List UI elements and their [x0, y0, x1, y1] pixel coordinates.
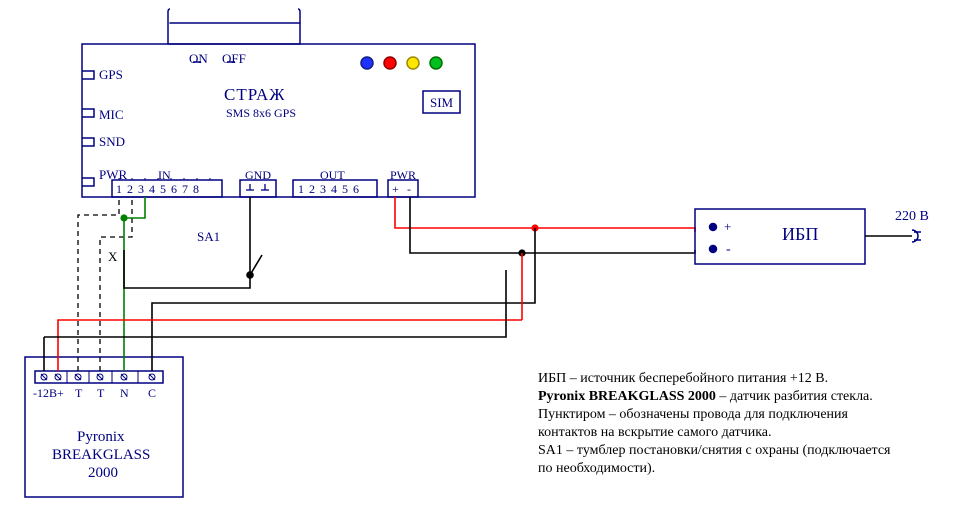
- label-snd: SND: [99, 135, 125, 149]
- label-on: ON: [189, 52, 208, 66]
- label-off: OFF: [222, 52, 246, 66]
- sensor-term-c: C: [148, 386, 156, 400]
- ups-title: ИБП: [782, 227, 818, 241]
- sensor-line3: 2000: [88, 466, 118, 480]
- pwr-plus: +: [392, 182, 399, 196]
- label-x: X: [108, 250, 117, 264]
- in-pins-row: 12345678: [116, 182, 204, 196]
- label-gnd: GND: [245, 168, 271, 182]
- sensor-line1: Pyronix: [77, 430, 125, 444]
- label-in: IN: [158, 168, 171, 182]
- sensor-term-12b: -12B+: [33, 386, 64, 400]
- sensor-term-t2: T: [97, 386, 104, 400]
- ups-minus: -: [726, 243, 731, 257]
- sensor-line2: BREAKGLASS: [52, 448, 150, 462]
- sensor-term-n: N: [120, 386, 129, 400]
- device-title: СТРАЖ: [224, 88, 286, 102]
- device-subtitle: SMS 8x6 GPS: [226, 106, 296, 120]
- notes-block: ИБП – источник бесперебойного питания +1…: [538, 370, 891, 478]
- out-pins-row: 123456: [298, 182, 364, 196]
- label-sa1: SA1: [197, 230, 220, 244]
- label-gps: GPS: [99, 68, 123, 82]
- ups-mains: 220 В: [895, 210, 929, 224]
- label-pwr-left: PWR: [99, 168, 127, 182]
- pwr-minus: -: [407, 182, 411, 196]
- ups-plus: +: [724, 220, 731, 234]
- label-pwr-right: PWR: [390, 168, 416, 182]
- label-out: OUT: [320, 168, 345, 182]
- label-sim: SIM: [430, 96, 453, 110]
- sensor-term-t1: T: [75, 386, 82, 400]
- label-mic: MIC: [99, 108, 124, 122]
